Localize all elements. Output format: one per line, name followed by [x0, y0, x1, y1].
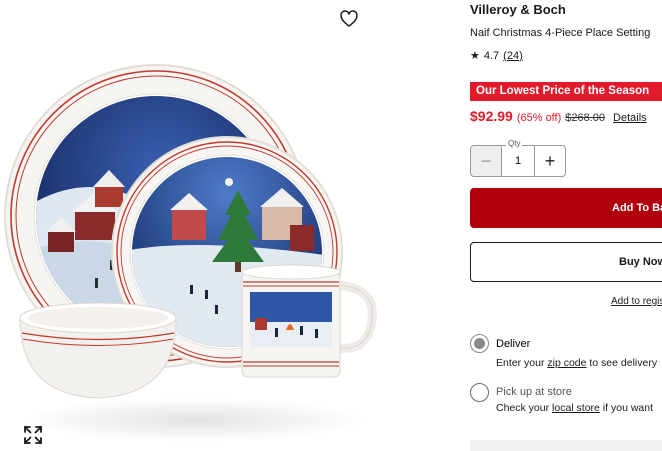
buy-now-button[interactable]: Buy Now — [470, 242, 662, 282]
percent-off: (65% off) — [516, 112, 562, 124]
add-to-registry-link[interactable]: Add to registry — [611, 296, 662, 307]
product-title: Naif Christmas 4-Piece Place Setting — [470, 27, 651, 39]
mug — [241, 264, 377, 378]
deliver-option-title: Deliver — [496, 338, 531, 350]
deliver-radio[interactable] — [470, 334, 489, 353]
price-details-link[interactable]: Details — [613, 112, 647, 124]
local-store-link[interactable]: local store — [552, 402, 600, 414]
heart-icon — [340, 10, 358, 27]
place-setting-photo — [4, 64, 377, 442]
star-icon: ★ — [470, 50, 480, 62]
original-price: $268.00 — [565, 112, 606, 124]
pickup-radio[interactable] — [470, 383, 489, 402]
increase-quantity-button[interactable]: + — [534, 145, 566, 177]
zip-code-link[interactable]: zip code — [547, 357, 586, 369]
expand-image-button[interactable] — [22, 424, 44, 446]
product-image[interactable] — [0, 0, 380, 451]
add-to-bag-button[interactable]: Add To Bag — [470, 188, 662, 228]
deliver-option-subtext: Enter your zip code to see delivery — [496, 357, 657, 369]
deliver-subtext-prefix: Enter your — [496, 357, 548, 369]
pickup-subtext-prefix: Check your — [496, 402, 553, 414]
expand-icon — [24, 426, 42, 444]
cereal-bowl — [19, 302, 177, 399]
promo-badge: Our Lowest Price of the Season — [470, 82, 662, 101]
quantity-label: Qty — [506, 139, 523, 148]
sale-price: $92.99 — [470, 108, 513, 124]
section-divider — [470, 440, 662, 451]
pickup-option-title: Pick up at store — [496, 386, 572, 398]
decrease-quantity-button[interactable]: − — [470, 145, 502, 177]
rating-summary[interactable]: ★ 4.7 (24) — [470, 49, 523, 63]
buy-box: Villeroy & Boch Naif Christmas 4-Piece P… — [470, 0, 662, 451]
price-row: $92.99 (65% off) $268.00 Details — [470, 108, 647, 124]
quantity-stepper: − 1 + Qty — [470, 139, 566, 177]
brand-link[interactable]: Villeroy & Boch — [470, 2, 566, 17]
rating-value: 4.7 — [483, 49, 500, 62]
quantity-input[interactable]: 1 — [502, 145, 534, 177]
review-count-link[interactable]: (24) — [503, 50, 523, 62]
pickup-subtext-suffix: if you want — [599, 402, 654, 414]
favorite-button[interactable] — [339, 9, 363, 33]
pickup-option-subtext: Check your local store if you want — [496, 402, 653, 414]
deliver-subtext-suffix: to see delivery — [586, 357, 658, 369]
